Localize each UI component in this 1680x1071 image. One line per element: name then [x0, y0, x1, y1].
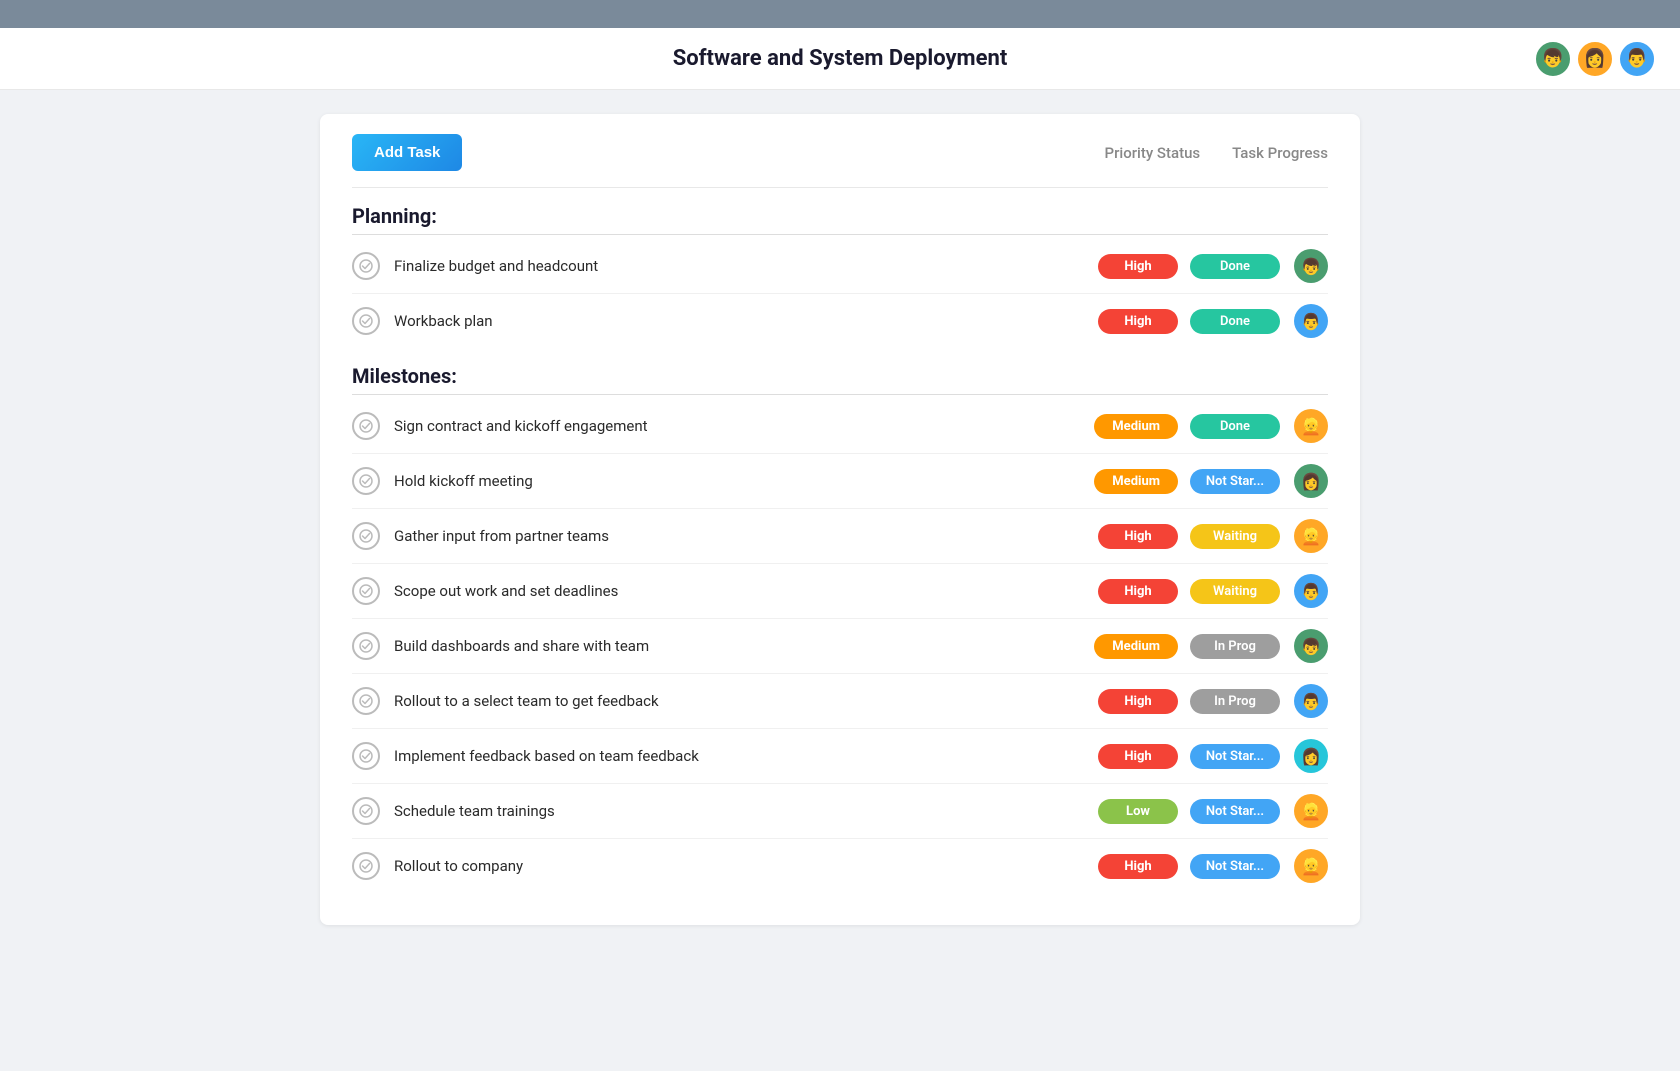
- status-badge: Done: [1190, 309, 1280, 334]
- avatar[interactable]: 👦: [1294, 629, 1328, 663]
- task-name: Sign contract and kickoff engagement: [394, 417, 1094, 435]
- avatar[interactable]: 👱: [1294, 794, 1328, 828]
- avatar[interactable]: 👱: [1294, 519, 1328, 553]
- avatar[interactable]: 👱: [1294, 849, 1328, 883]
- top-bar: [0, 0, 1680, 28]
- task-checkbox[interactable]: [352, 412, 380, 440]
- status-badge: Waiting: [1190, 579, 1280, 604]
- avatar-1[interactable]: 👦: [1534, 40, 1572, 78]
- priority-badge: High: [1098, 689, 1178, 714]
- status-badge: Not Star...: [1190, 854, 1280, 879]
- table-row[interactable]: Gather input from partner teams High Wai…: [352, 509, 1328, 564]
- priority-badge: High: [1098, 254, 1178, 279]
- task-checkbox[interactable]: [352, 522, 380, 550]
- add-task-button[interactable]: Add Task: [352, 134, 462, 171]
- section-title-1: Milestones:: [352, 364, 1328, 395]
- avatar[interactable]: 👨: [1294, 304, 1328, 338]
- priority-badge: Medium: [1094, 469, 1178, 494]
- page-title: Software and System Deployment: [673, 46, 1008, 71]
- status-badge: Done: [1190, 254, 1280, 279]
- task-name: Rollout to company: [394, 857, 1098, 875]
- priority-badge: Low: [1098, 799, 1178, 824]
- task-checkbox[interactable]: [352, 577, 380, 605]
- avatar-2[interactable]: 👩: [1576, 40, 1614, 78]
- table-row[interactable]: Finalize budget and headcount High Done …: [352, 239, 1328, 294]
- table-row[interactable]: Schedule team trainings Low Not Star... …: [352, 784, 1328, 839]
- avatar[interactable]: 👩: [1294, 464, 1328, 498]
- status-badge: Not Star...: [1190, 469, 1280, 494]
- status-badge: Waiting: [1190, 524, 1280, 549]
- priority-badge: High: [1098, 309, 1178, 334]
- task-checkbox[interactable]: [352, 467, 380, 495]
- section-0: Planning: Finalize budget and headcount …: [352, 204, 1328, 348]
- task-name: Scope out work and set deadlines: [394, 582, 1098, 600]
- table-row[interactable]: Build dashboards and share with team Med…: [352, 619, 1328, 674]
- main-content: Add Task Priority Status Task Progress P…: [320, 114, 1360, 925]
- avatar[interactable]: 👦: [1294, 249, 1328, 283]
- column-headers: Priority Status Task Progress: [1105, 144, 1328, 162]
- task-checkbox[interactable]: [352, 632, 380, 660]
- task-name: Rollout to a select team to get feedback: [394, 692, 1098, 710]
- section-1: Milestones: Sign contract and kickoff en…: [352, 364, 1328, 893]
- table-row[interactable]: Workback plan High Done 👨: [352, 294, 1328, 348]
- header: Software and System Deployment 👦 👩 👨: [0, 28, 1680, 90]
- avatar[interactable]: 👨: [1294, 684, 1328, 718]
- task-name: Hold kickoff meeting: [394, 472, 1094, 490]
- avatar[interactable]: 👱: [1294, 409, 1328, 443]
- status-badge: Done: [1190, 414, 1280, 439]
- priority-badge: High: [1098, 854, 1178, 879]
- sections-container: Planning: Finalize budget and headcount …: [352, 204, 1328, 893]
- avatar[interactable]: 👨: [1294, 574, 1328, 608]
- priority-badge: High: [1098, 579, 1178, 604]
- status-badge: In Prog: [1190, 634, 1280, 659]
- avatar-3[interactable]: 👨: [1618, 40, 1656, 78]
- toolbar: Add Task Priority Status Task Progress: [352, 134, 1328, 188]
- task-checkbox[interactable]: [352, 687, 380, 715]
- avatar[interactable]: 👩: [1294, 739, 1328, 773]
- col-header-progress: Task Progress: [1232, 144, 1328, 162]
- col-header-priority: Priority Status: [1105, 144, 1201, 162]
- task-checkbox[interactable]: [352, 797, 380, 825]
- status-badge: Not Star...: [1190, 744, 1280, 769]
- task-name: Gather input from partner teams: [394, 527, 1098, 545]
- section-title-0: Planning:: [352, 204, 1328, 235]
- table-row[interactable]: Sign contract and kickoff engagement Med…: [352, 399, 1328, 454]
- task-checkbox[interactable]: [352, 252, 380, 280]
- status-badge: In Prog: [1190, 689, 1280, 714]
- task-checkbox[interactable]: [352, 742, 380, 770]
- table-row[interactable]: Scope out work and set deadlines High Wa…: [352, 564, 1328, 619]
- priority-badge: High: [1098, 744, 1178, 769]
- priority-badge: Medium: [1094, 414, 1178, 439]
- priority-badge: Medium: [1094, 634, 1178, 659]
- task-checkbox[interactable]: [352, 852, 380, 880]
- table-row[interactable]: Rollout to a select team to get feedback…: [352, 674, 1328, 729]
- table-row[interactable]: Rollout to company High Not Star... 👱: [352, 839, 1328, 893]
- task-checkbox[interactable]: [352, 307, 380, 335]
- table-row[interactable]: Implement feedback based on team feedbac…: [352, 729, 1328, 784]
- header-avatars: 👦 👩 👨: [1534, 40, 1656, 78]
- priority-badge: High: [1098, 524, 1178, 549]
- table-row[interactable]: Hold kickoff meeting Medium Not Star... …: [352, 454, 1328, 509]
- task-name: Schedule team trainings: [394, 802, 1098, 820]
- task-name: Implement feedback based on team feedbac…: [394, 747, 1098, 765]
- task-name: Build dashboards and share with team: [394, 637, 1094, 655]
- status-badge: Not Star...: [1190, 799, 1280, 824]
- task-name: Finalize budget and headcount: [394, 257, 1098, 275]
- task-name: Workback plan: [394, 312, 1098, 330]
